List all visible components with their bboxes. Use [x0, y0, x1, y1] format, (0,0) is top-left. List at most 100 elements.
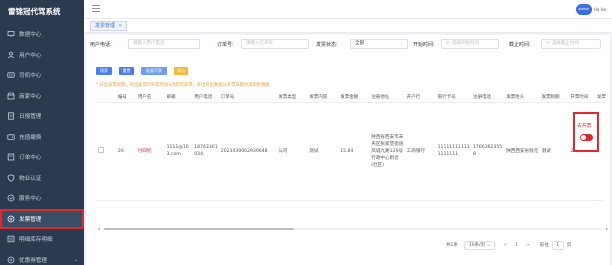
sidebar-item-label: 物业认证 [19, 175, 42, 182]
main-panel: 用户电话: 请输入用户电话 订单号: 请输入订单号 发票状态: 全部 ⌄ 开始时间… [86, 35, 610, 265]
sidebar-item[interactable]: 充值缴费 [0, 127, 84, 148]
cell-reg-phone: 17663623558 [471, 102, 505, 201]
table-row: 26 付四奶 1111@163.com 18743301034 20230300… [96, 102, 606, 201]
header-cell: 订单号 [218, 92, 277, 103]
sidebar-item-label: 充值缴费 [19, 134, 42, 141]
filter-bar: 用户电话: 请输入用户电话 订单号: 请输入订单号 发票状态: 全部 ⌄ 开始时间… [86, 35, 610, 51]
table-header: 编号 用户名 邮箱 用户电话 订单号 发票类型 发票内容 发票金额 注册地址 开… [96, 92, 606, 103]
user-name[interactable]: Ha Ha [594, 7, 606, 12]
sidebar: 雷锦冠代驾系统 数据中心用户中心司机中心 商家中心日报管理充值缴费订单中心物业认证… [0, 0, 84, 265]
end-time-picker[interactable]: ◷ 选择截止时间 [541, 39, 601, 49]
header-cell: 注册地址 [369, 92, 405, 103]
header-cell [96, 92, 116, 103]
app-root: 雷锦冠代驾系统 数据中心用户中心司机中心 商家中心日报管理充值缴费订单中心物业认证… [0, 0, 612, 265]
goto-unit: 页 [566, 243, 572, 248]
status-select[interactable]: 全部 ⌄ [350, 39, 408, 49]
sidebar-item[interactable]: 服务中心 [0, 188, 84, 209]
horizontal-scrollbar[interactable]: ◂ ▸ [98, 226, 608, 231]
sidebar-item[interactable]: 明细库存明细 [0, 229, 84, 250]
status-action-link[interactable]: 去开票 [577, 122, 591, 129]
tab-bar: 发票管理 × [84, 19, 612, 33]
cell-username[interactable]: 付四奶 [135, 102, 165, 201]
cell-email: 1111@163.com [164, 102, 193, 201]
sidebar-item-label: 日报管理 [19, 114, 42, 121]
goto-label: 前往 [539, 243, 549, 248]
end-time-label: 截止时间: [509, 42, 531, 48]
header-cell: 注册电话 [471, 92, 505, 103]
page-size-select[interactable]: 10条/页 ⌄ [463, 240, 496, 250]
notice-text: * 开出发票退款，导出发票待开票时间3月后可获得，开出导出数据以开票日期为准审批… [96, 83, 270, 88]
status-toggle[interactable] [580, 134, 593, 141]
next-page-button[interactable]: > [526, 243, 530, 248]
sidebar-item[interactable]: 优惠券管理 ⌄ [0, 250, 84, 265]
header-cell: 用户电话 [192, 92, 219, 103]
scroll-thumb[interactable] [104, 228, 294, 230]
header-cell: 发票类型 [276, 92, 308, 103]
cell-order-no: 2023030062939648 [218, 102, 277, 201]
start-time-picker[interactable]: ◷ 选择开始时间 [441, 39, 499, 49]
sidebar-item-label: 明细库存明细 [19, 237, 53, 244]
sidebar-item[interactable]: 商家中心 [0, 86, 84, 107]
row-checkbox[interactable] [98, 146, 104, 153]
sidebar-item[interactable]: 日报管理 [0, 106, 84, 127]
header-cell: 发票内容 [307, 92, 339, 103]
prev-page-button[interactable]: < [503, 243, 507, 248]
order-icon [7, 153, 15, 161]
sidebar-item-label: 订单中心 [19, 155, 42, 162]
clock-icon: ◷ [546, 41, 550, 46]
start-time-label: 开始时间: [413, 42, 435, 48]
sidebar-item[interactable]: 发票管理 [0, 208, 84, 229]
header-cell: 用户名 [135, 92, 165, 103]
sidebar-item-label: 用户中心 [19, 52, 42, 59]
app-logo-title: 雷锦冠代驾系统 [8, 7, 61, 16]
phone-input[interactable]: 请输入用户电话 [128, 39, 200, 49]
shield-icon [7, 174, 15, 182]
scroll-right-icon[interactable]: ▸ [606, 226, 608, 231]
sidebar-item[interactable]: 用户中心 [0, 45, 84, 66]
cell-title: 陕西西安省钱元 [504, 102, 540, 201]
export-button[interactable]: 导出 [174, 67, 188, 75]
tab-invoice-management[interactable]: 发票管理 × [90, 21, 128, 31]
row-checkbox-cell [96, 102, 116, 201]
status-select-value: 全部 [355, 41, 364, 46]
sidebar-item-label: 服务中心 [19, 196, 42, 203]
cell-card: 111111111111111111 [435, 102, 471, 201]
cell-tax: 测试 [539, 102, 569, 201]
cell-invoice-type: 公司 [276, 102, 308, 201]
batch-invoice-button[interactable]: 批量开票 [141, 67, 167, 75]
sidebar-item-label: 优惠券管理 [19, 257, 47, 264]
sidebar-item[interactable]: 司机中心 [0, 65, 84, 86]
cell-phone: 18743301034 [192, 102, 219, 201]
sidebar-item-label: 数据中心 [19, 32, 42, 39]
header-cell: 开户行 [404, 92, 436, 103]
menu-toggle-icon[interactable] [92, 5, 100, 14]
goto-input[interactable]: 1 [551, 240, 564, 250]
order-input[interactable]: 请输入订单号 [241, 39, 309, 49]
sidebar-item[interactable]: 订单中心 [0, 147, 84, 168]
id-card-icon [7, 71, 15, 79]
cell-amount: 15.84 [338, 102, 370, 201]
header-cell: 邮箱 [164, 92, 193, 103]
user-menu[interactable]: admin Ha Ha [575, 4, 606, 15]
chevron-down-icon: ⌄ [73, 256, 78, 263]
monitor-icon [7, 30, 15, 38]
cell-bank: 工商银行 [404, 102, 436, 201]
order-label: 订单号: [217, 42, 234, 48]
sidebar-item[interactable]: 数据中心 [0, 24, 84, 45]
avatar[interactable]: admin [575, 4, 592, 15]
phone-label: 用户电话: [90, 42, 112, 48]
document-icon [7, 112, 15, 120]
scroll-left-icon[interactable]: ◂ [98, 226, 100, 231]
sidebar-item-label: 发票管理 [19, 216, 42, 223]
search-button[interactable]: 搜索 [96, 67, 112, 75]
list-icon [7, 235, 15, 243]
clock-icon: ◷ [446, 41, 450, 46]
page-number-current[interactable]: 1 [515, 243, 518, 248]
sidebar-item[interactable]: 物业认证 [0, 168, 84, 189]
coupon-icon [7, 256, 15, 264]
cell-id: 26 [115, 102, 136, 201]
close-icon[interactable]: × [118, 23, 122, 29]
header-cell: 发票状态 [594, 92, 606, 103]
action-buttons: 搜索 重置 批量开票 导出 [96, 67, 195, 76]
reset-button[interactable]: 重置 [119, 67, 134, 75]
